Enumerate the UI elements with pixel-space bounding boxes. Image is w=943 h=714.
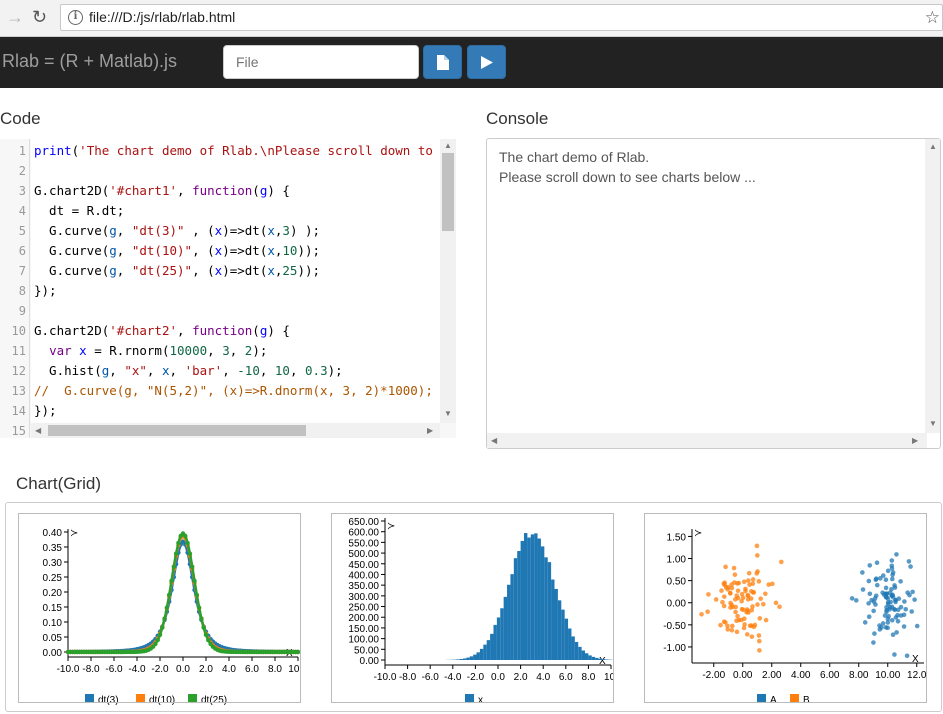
play-icon <box>480 55 494 70</box>
address-bar[interactable]: i file:///D:/js/rlab/rlab.html ☆ <box>60 4 943 31</box>
code-line[interactable] <box>31 301 440 321</box>
line-number: 1 <box>0 141 26 161</box>
file-icon <box>436 55 450 70</box>
code-title: Code <box>0 109 41 129</box>
line-number-gutter: 123456789101112131415 <box>0 139 30 438</box>
code-line[interactable]: G.chart2D('#chart2', function(g) { <box>31 321 440 341</box>
line-number: 2 <box>0 161 26 181</box>
brand-title[interactable]: Rlab = (R + Matlab).js <box>2 51 177 72</box>
chart3: -1.00-0.500.000.501.001.50-2.000.002.004… <box>644 513 927 703</box>
code-line[interactable]: var x = R.rnorm(10000, 3, 2); <box>31 341 440 361</box>
scroll-left-arrow-icon[interactable]: ◀ <box>35 426 41 435</box>
code-line[interactable]: }); <box>31 401 440 421</box>
line-number: 15 <box>0 421 26 438</box>
line-number: 10 <box>0 321 26 341</box>
scroll-down-arrow-icon[interactable]: ▼ <box>444 409 452 418</box>
line-number: 14 <box>0 401 26 421</box>
reload-icon[interactable]: ↻ <box>32 7 52 27</box>
code-line[interactable]: G.curve(g, "dt(3)" , (x)=>dt(x,3) ); <box>31 221 440 241</box>
file-input[interactable] <box>223 45 419 79</box>
open-file-button[interactable] <box>423 45 462 79</box>
line-number: 11 <box>0 341 26 361</box>
chart1: 0.000.050.100.150.200.250.300.350.40-10.… <box>18 513 301 703</box>
console-output[interactable]: The chart demo of Rlab. Please scroll do… <box>486 138 941 449</box>
code-line[interactable]: G.curve(g, "dt(25)", (x)=>dt(x,25)); <box>31 261 440 281</box>
info-icon[interactable]: i <box>68 10 83 25</box>
console-title: Console <box>486 109 548 129</box>
console-scroll-left-arrow-icon[interactable]: ◀ <box>491 436 497 445</box>
line-number: 6 <box>0 241 26 261</box>
scroll-up-arrow-icon[interactable]: ▲ <box>444 141 452 150</box>
line-number: 3 <box>0 181 26 201</box>
line-number: 5 <box>0 221 26 241</box>
url-text: file:///D:/js/rlab/rlab.html <box>89 9 235 25</box>
chart2: 0.0050.00100.00150.00200.00250.00300.003… <box>331 513 614 703</box>
line-number: 12 <box>0 361 26 381</box>
code-line[interactable]: print('The chart demo of Rlab.\nPlease s… <box>31 141 440 161</box>
console-text: The chart demo of Rlab. Please scroll do… <box>499 147 756 187</box>
code-line[interactable]: G.chart2D('#chart1', function(g) { <box>31 181 440 201</box>
scroll-right-arrow-icon[interactable]: ▶ <box>427 426 433 435</box>
back-arrow-icon[interactable]: → <box>6 8 24 26</box>
line-number: 9 <box>0 301 26 321</box>
app-navbar: Rlab = (R + Matlab).js <box>0 37 943 88</box>
line-number: 7 <box>0 261 26 281</box>
line-number: 4 <box>0 201 26 221</box>
code-editor[interactable]: 123456789101112131415 print('The chart d… <box>0 139 456 438</box>
code-line[interactable]: dt = R.dt; <box>31 201 440 221</box>
console-scroll-right-arrow-icon[interactable]: ▶ <box>912 436 918 445</box>
console-scroll-up-arrow-icon[interactable]: ▲ <box>929 142 937 151</box>
code-line[interactable]: G.hist(g, "x", x, 'bar', -10, 10, 0.3); <box>31 361 440 381</box>
code-line[interactable] <box>31 161 440 181</box>
browser-toolbar: → ↻ i file:///D:/js/rlab/rlab.html ☆ <box>0 0 943 37</box>
code-line[interactable]: // G.curve(g, "N(5,2)", (x)=>R.dnorm(x, … <box>31 381 440 401</box>
console-horizontal-scrollbar[interactable]: ◀ ▶ <box>487 433 927 448</box>
bookmark-star-icon[interactable]: ☆ <box>925 8 940 28</box>
console-vertical-scrollbar[interactable]: ▲ ▼ <box>925 139 940 433</box>
code-text-area[interactable]: print('The chart demo of Rlab.\nPlease s… <box>31 139 440 423</box>
editor-horizontal-scroll-thumb[interactable] <box>48 425 306 436</box>
editor-horizontal-scrollbar[interactable]: ◀ ▶ <box>31 423 440 438</box>
run-button[interactable] <box>467 45 506 79</box>
code-line[interactable]: }); <box>31 281 440 301</box>
line-number: 8 <box>0 281 26 301</box>
console-scroll-down-arrow-icon[interactable]: ▼ <box>929 419 937 428</box>
editor-vertical-scroll-thumb[interactable] <box>442 153 454 231</box>
line-number: 13 <box>0 381 26 401</box>
code-line[interactable]: G.curve(g, "dt(10)", (x)=>dt(x,10)); <box>31 241 440 261</box>
chart-grid-title: Chart(Grid) <box>16 474 101 494</box>
editor-vertical-scrollbar[interactable]: ▲ ▼ <box>440 139 456 423</box>
